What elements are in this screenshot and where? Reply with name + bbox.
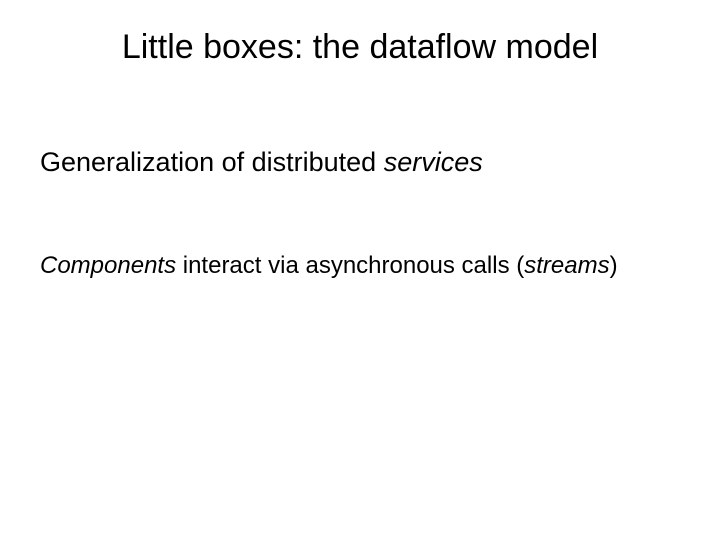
line1-italic: services <box>384 147 483 177</box>
body-line-1: Generalization of distributed services <box>40 147 680 178</box>
line1-text: Generalization of distributed <box>40 147 384 177</box>
slide-container: Little boxes: the dataflow model General… <box>0 0 720 540</box>
line2-suffix: ) <box>610 252 618 279</box>
slide-title: Little boxes: the dataflow model <box>80 28 640 67</box>
line2-italic-streams: streams <box>524 252 609 279</box>
line2-mid: interact via asynchronous calls ( <box>176 252 524 279</box>
body-line-2: Components interact via asynchronous cal… <box>40 250 680 282</box>
line2-italic-components: Components <box>40 252 176 279</box>
